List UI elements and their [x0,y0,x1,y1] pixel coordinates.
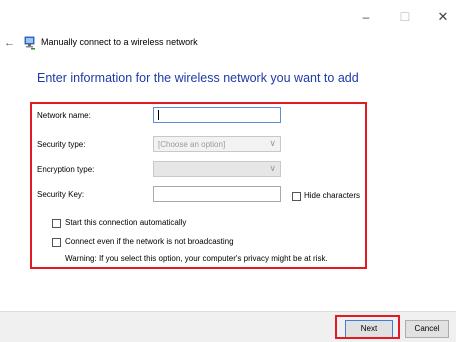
next-highlight-box [335,315,400,339]
network-name-label: Network name: [37,111,91,120]
security-type-value: [Choose an option] [158,140,226,149]
back-button[interactable]: ← [4,34,18,52]
security-type-select[interactable]: [Choose an option] ∨ [153,136,281,152]
encryption-type-select[interactable]: ∨ [153,161,281,177]
wireless-network-icon [24,36,36,50]
dialog-title: Manually connect to a wireless network [41,37,198,47]
page-heading: Enter information for the wireless netwo… [37,71,359,85]
minimize-button[interactable]: – [358,10,374,24]
connect-not-broadcasting-label[interactable]: Connect even if the network is not broad… [65,237,234,246]
cancel-button[interactable]: Cancel [405,320,449,338]
chevron-down-icon: ∨ [269,138,276,148]
network-name-input[interactable] [153,107,281,123]
start-automatically-label[interactable]: Start this connection automatically [65,218,186,227]
security-key-label: Security Key: [37,190,85,199]
privacy-warning-text: Warning: If you select this option, your… [65,254,328,263]
chevron-down-icon: ∨ [269,163,276,173]
start-automatically-checkbox[interactable] [52,219,61,228]
hide-characters-label[interactable]: Hide characters [304,191,360,200]
dialog-header: ← Manually connect to a wireless network [0,34,456,54]
encryption-type-label: Encryption type: [37,165,95,174]
text-caret [158,110,159,120]
title-bar: – ☐ ✕ [0,0,456,30]
security-key-input[interactable] [153,186,281,202]
maximize-button[interactable]: ☐ [397,10,413,24]
connect-not-broadcasting-checkbox[interactable] [52,238,61,247]
close-button[interactable]: ✕ [435,10,451,24]
hide-characters-checkbox[interactable] [292,192,301,201]
security-type-label: Security type: [37,140,86,149]
